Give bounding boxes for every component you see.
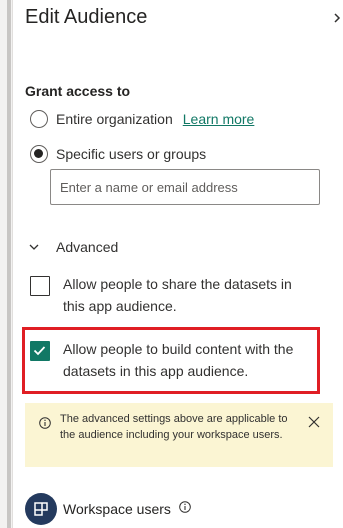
info-message-bar: The advanced settings above are applicab…: [25, 403, 333, 467]
workspace-icon: [25, 493, 57, 525]
radio-entire-organization[interactable]: Entire organization Learn more: [30, 110, 254, 128]
advanced-label: Advanced: [56, 239, 119, 255]
chevron-right-icon[interactable]: [332, 11, 342, 25]
highlight-annotation: [22, 327, 320, 394]
share-datasets-option[interactable]: Allow people to share the datasets in th…: [30, 273, 309, 317]
workspace-users-label: Workspace users: [63, 501, 171, 517]
chevron-down-icon: [29, 244, 39, 250]
radio-specific-users[interactable]: Specific users or groups: [30, 145, 206, 163]
radio-button[interactable]: [30, 145, 48, 163]
page-title: Edit Audience: [25, 6, 148, 28]
radio-label: Specific users or groups: [56, 146, 207, 162]
share-datasets-label: Allow people to share the datasets in th…: [63, 276, 292, 314]
close-icon[interactable]: [308, 416, 320, 428]
info-icon[interactable]: [179, 501, 191, 513]
radio-label: Entire organization: [56, 111, 173, 127]
people-search-input[interactable]: [50, 169, 320, 205]
workspace-users-row: Workspace users: [25, 493, 191, 525]
scrollbar[interactable]: [7, 0, 11, 528]
grant-access-label: Grant access to: [25, 83, 131, 99]
advanced-toggle[interactable]: Advanced: [29, 239, 118, 255]
share-datasets-checkbox[interactable]: [30, 276, 50, 296]
learn-more-link[interactable]: Learn more: [183, 111, 255, 127]
radio-button[interactable]: [30, 110, 48, 128]
info-icon: [39, 417, 51, 429]
info-message-text: The advanced settings above are applicab…: [60, 413, 288, 441]
